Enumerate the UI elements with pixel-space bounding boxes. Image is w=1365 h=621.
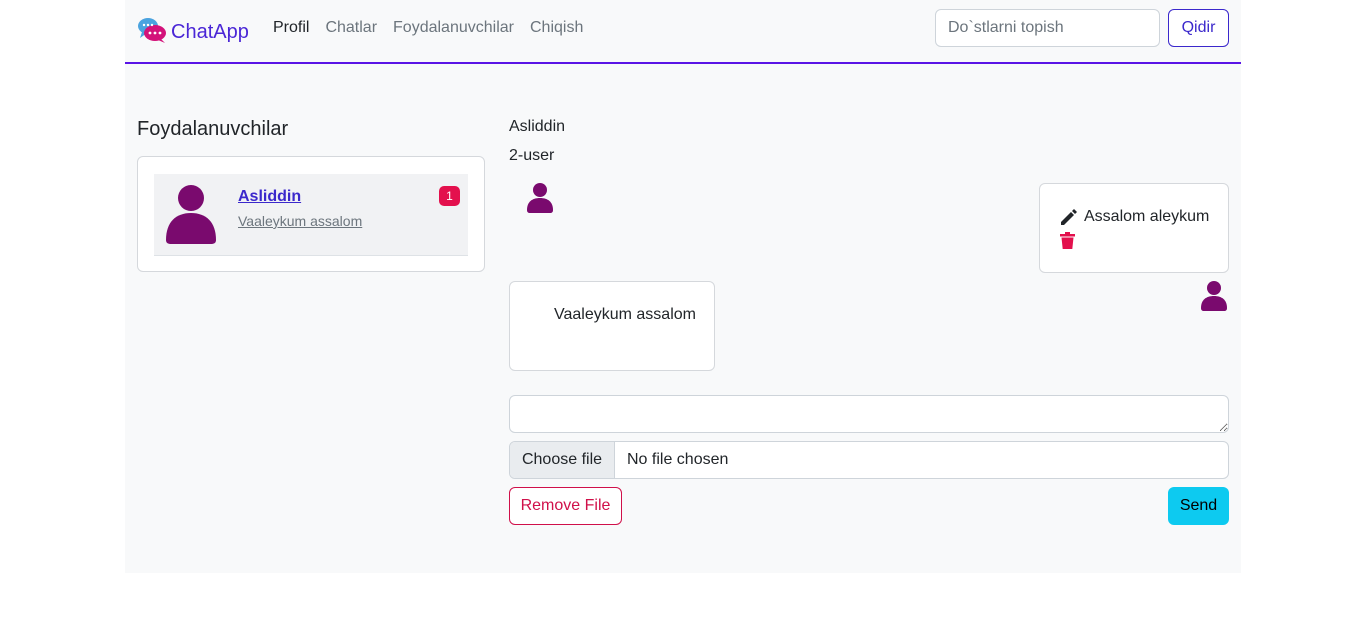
- search-input[interactable]: [935, 9, 1160, 47]
- users-card: Asliddin Vaaleykum assalom 1: [137, 156, 485, 272]
- choose-file-button[interactable]: Choose file: [510, 442, 615, 478]
- nav-chatlar[interactable]: Chatlar: [325, 19, 377, 37]
- own-avatar-icon: [1201, 281, 1227, 316]
- remove-file-button[interactable]: Remove File: [509, 487, 622, 525]
- sidebar-title: Foydalanuvchilar: [137, 118, 289, 140]
- nav-chiqish[interactable]: Chiqish: [530, 19, 583, 37]
- file-status: No file chosen: [627, 451, 729, 468]
- edit-pencil-icon[interactable]: [1060, 208, 1078, 231]
- user-list-item[interactable]: Asliddin Vaaleykum assalom 1: [154, 174, 468, 256]
- contact-avatar-icon: [527, 183, 553, 218]
- unread-badge: 1: [439, 186, 460, 206]
- user-name-link[interactable]: Asliddin: [238, 188, 301, 206]
- navbar: ChatApp Profil Chatlar Foydalanuvchilar …: [125, 0, 1241, 64]
- nav-links: Profil Chatlar Foydalanuvchilar Chiqish: [273, 19, 599, 37]
- send-button[interactable]: Send: [1168, 487, 1229, 525]
- message-text: Vaaleykum assalom: [554, 306, 696, 323]
- search-button[interactable]: Qidir: [1168, 9, 1229, 47]
- delete-trash-icon[interactable]: [1060, 232, 1075, 254]
- nav-foydalanuvchilar[interactable]: Foydalanuvchilar: [393, 19, 514, 37]
- message-textarea[interactable]: [509, 395, 1229, 433]
- user-last-message[interactable]: Vaaleykum assalom: [238, 213, 362, 229]
- brand[interactable]: ChatApp: [137, 16, 249, 49]
- chat-contact-username: 2-user: [509, 147, 555, 164]
- message-text: Assalom aleykum: [1084, 208, 1210, 225]
- avatar-icon: [166, 184, 216, 249]
- file-input[interactable]: Choose file No file chosen: [509, 441, 1229, 479]
- message-outgoing: Assalom aleykum: [1039, 183, 1229, 273]
- nav-profil[interactable]: Profil: [273, 19, 309, 37]
- message-incoming: Vaaleykum assalom: [509, 281, 715, 371]
- brand-name: ChatApp: [171, 21, 249, 43]
- chat-contact-name: Asliddin: [509, 118, 566, 135]
- page-container: ChatApp Profil Chatlar Foydalanuvchilar …: [125, 0, 1241, 573]
- chat-bubbles-icon: [137, 16, 167, 49]
